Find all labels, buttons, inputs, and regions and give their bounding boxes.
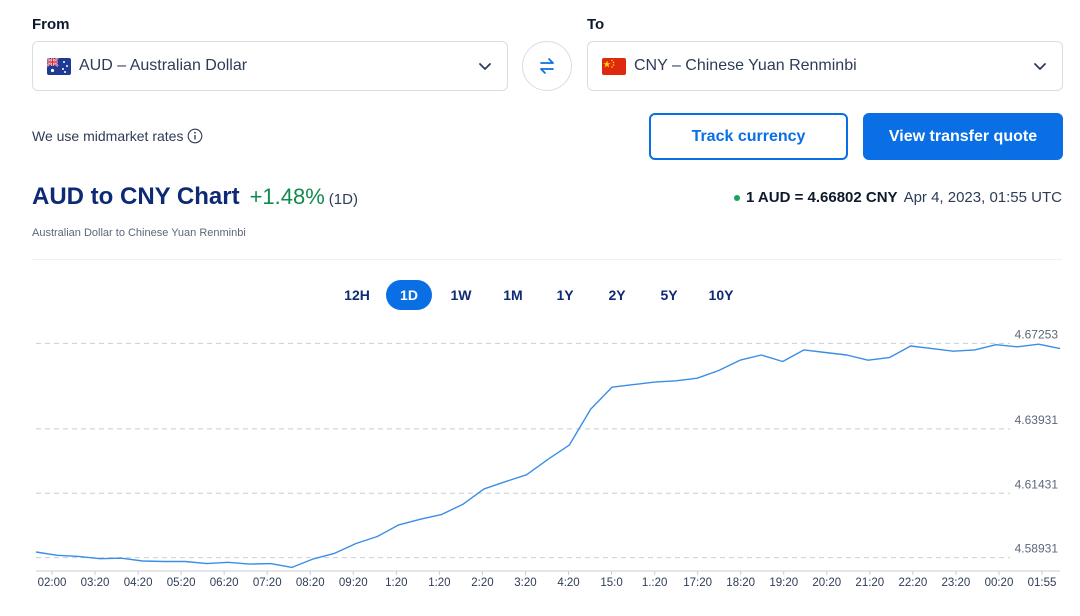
- x-tick-label: 17:20: [683, 577, 712, 589]
- x-tick-label: 04:20: [124, 577, 153, 589]
- midmarket-note: We use midmarket rates: [32, 128, 203, 144]
- x-tick-label: 15:0: [600, 577, 622, 589]
- y-tick-label: 4.58931: [1015, 542, 1059, 556]
- x-tick-label: 22:20: [898, 577, 927, 589]
- x-tick-label: 02:00: [38, 577, 67, 589]
- series-line: [35, 343, 1061, 569]
- x-tick-label: 1.:20: [642, 577, 668, 589]
- y-tick-label: 4.61431: [1015, 477, 1059, 491]
- swap-currencies-button[interactable]: [522, 41, 572, 91]
- info-icon[interactable]: [187, 128, 203, 144]
- view-transfer-quote-button[interactable]: View transfer quote: [863, 113, 1063, 160]
- from-currency-select[interactable]: AUD – Australian Dollar: [32, 41, 508, 91]
- chart-title: AUD to CNY Chart: [32, 183, 240, 210]
- range-tab-1w[interactable]: 1W: [438, 280, 484, 310]
- x-tick-label: 1:20: [385, 577, 407, 589]
- rate-value: 1 AUD = 4.66802 CNY: [745, 189, 898, 206]
- from-currency-value: AUD – Australian Dollar: [79, 57, 248, 74]
- chart-subtitle: Australian Dollar to Chinese Yuan Renmin…: [32, 227, 246, 239]
- to-label: To: [587, 16, 605, 33]
- x-tick-label: 23:20: [942, 577, 971, 589]
- x-tick-label: 18:20: [726, 577, 755, 589]
- x-tick-label: 01:55: [1028, 577, 1057, 589]
- range-tab-5y[interactable]: 5Y: [646, 280, 692, 310]
- change-period: (1D): [328, 191, 358, 208]
- change-percent: +1.48%: [249, 184, 325, 209]
- rate-line-chart: 4.58931 4.61431 4.63931 4.67253 02:00 03:20 04…: [35, 327, 1061, 589]
- track-currency-button[interactable]: Track currency: [649, 113, 848, 160]
- x-tick-label: 09:20: [339, 577, 368, 589]
- range-tab-10y[interactable]: 10Y: [698, 280, 744, 310]
- x-tick-label: 3:20: [514, 577, 536, 589]
- x-tick-label: 1:20: [428, 577, 450, 589]
- x-tick-label: 00:20: [985, 577, 1014, 589]
- swap-arrows-icon: [540, 58, 554, 74]
- range-tab-1d[interactable]: 1D: [386, 280, 432, 310]
- x-tick-label: 20:20: [812, 577, 841, 589]
- x-tick-label: 4:20: [557, 577, 579, 589]
- midmarket-text: We use midmarket rates: [32, 128, 184, 144]
- range-tab-2y[interactable]: 2Y: [594, 280, 640, 310]
- range-tabs: 12H 1D 1W 1M 1Y 2Y 5Y 10Y: [334, 280, 744, 310]
- range-tab-12h[interactable]: 12H: [334, 280, 380, 310]
- x-tick-label: 21:20: [855, 577, 884, 589]
- x-tick-label: 2:20: [471, 577, 493, 589]
- x-tick-label: 08:20: [296, 577, 325, 589]
- rate-timestamp: Apr 4, 2023, 01:55 UTC: [903, 189, 1062, 206]
- to-currency-value: CNY – Chinese Yuan Renminbi: [634, 57, 857, 74]
- china-flag-icon: [602, 57, 626, 75]
- australia-flag-icon: [47, 57, 71, 75]
- x-tick-label: 06:20: [210, 577, 239, 589]
- x-tick-label: 03:20: [81, 577, 110, 589]
- to-currency-select[interactable]: CNY – Chinese Yuan Renminbi: [587, 41, 1063, 91]
- range-tab-1m[interactable]: 1M: [490, 280, 536, 310]
- x-tick-label: 05:20: [167, 577, 196, 589]
- x-tick-label: 19:20: [769, 577, 798, 589]
- chart-header: AUD to CNY Chart +1.48% (1D): [32, 183, 358, 211]
- x-tick-label: 07:20: [253, 577, 282, 589]
- current-rate: 1 AUD = 4.66802 CNY Apr 4, 2023, 01:55 U…: [733, 189, 1062, 206]
- chevron-down-icon: [1034, 63, 1046, 70]
- from-label: From: [32, 16, 70, 33]
- range-tab-1y[interactable]: 1Y: [542, 280, 588, 310]
- divider: [32, 259, 1062, 260]
- y-tick-label: 4.63931: [1015, 413, 1059, 427]
- y-tick-label: 4.67253: [1015, 327, 1059, 341]
- chevron-down-icon: [479, 63, 491, 70]
- live-dot-icon: [733, 194, 740, 201]
